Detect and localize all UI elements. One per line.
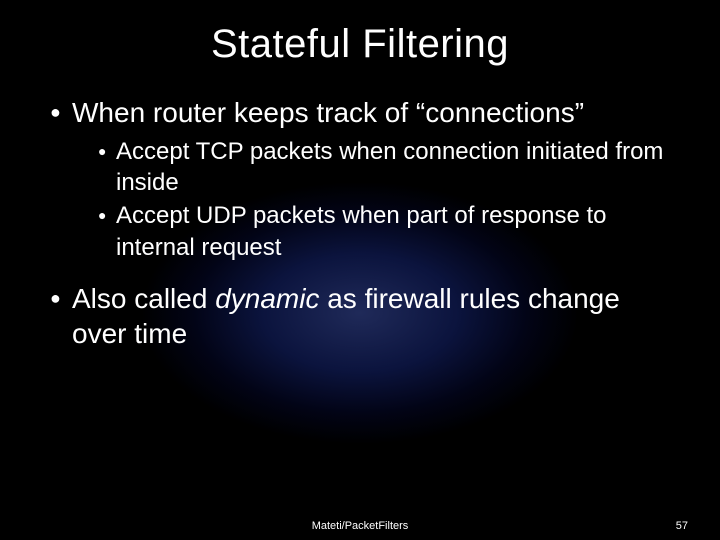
bullet-text: Accept TCP packets when connection initi…: [116, 136, 670, 198]
bullet-text: Also called dynamic as firewall rules ch…: [72, 281, 670, 351]
sub-bullet-group: ● Accept TCP packets when connection ini…: [98, 136, 670, 263]
bullet-icon: ●: [50, 281, 72, 315]
slide-content: ● When router keeps track of “connection…: [40, 95, 680, 351]
footer-source: Mateti/PacketFilters: [312, 520, 409, 532]
bullet-level1: ● When router keeps track of “connection…: [50, 95, 670, 130]
slide-title: Stateful Filtering: [40, 22, 680, 67]
bullet-level1: ● Also called dynamic as firewall rules …: [50, 281, 670, 351]
bullet-text: When router keeps track of “connections”: [72, 95, 584, 130]
bullet-icon: ●: [50, 95, 72, 129]
footer-page-number: 57: [676, 520, 688, 532]
bullet-icon: ●: [98, 136, 116, 166]
bullet-level2: ● Accept UDP packets when part of respon…: [98, 200, 670, 262]
bullet-text: Accept UDP packets when part of response…: [116, 200, 670, 262]
text-run: Also called: [72, 283, 215, 314]
text-emphasis: dynamic: [215, 283, 319, 314]
slide: Stateful Filtering ● When router keeps t…: [0, 0, 720, 540]
bullet-icon: ●: [98, 200, 116, 230]
bullet-level2: ● Accept TCP packets when connection ini…: [98, 136, 670, 198]
